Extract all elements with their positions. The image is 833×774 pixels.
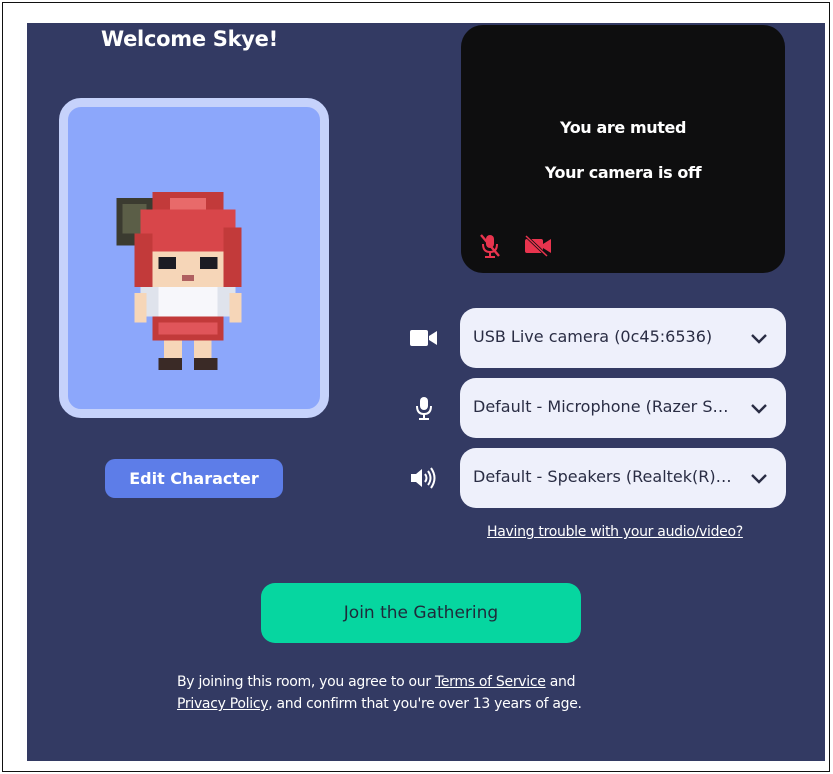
camera-row: USB Live camera (0c45:6536) xyxy=(407,308,787,368)
legal-text-end: , and confirm that you're over 13 years … xyxy=(268,696,582,712)
camera-icon xyxy=(407,323,441,353)
mic-off-icon[interactable] xyxy=(479,233,501,263)
terms-of-service-link[interactable]: Terms of Service xyxy=(435,674,546,690)
microphone-select-value: Default - Microphone (Razer Seiren Mini) xyxy=(473,397,735,416)
av-help-link[interactable]: Having trouble with your audio/video? xyxy=(487,524,743,540)
video-preview: You are muted Your camera is off xyxy=(461,25,785,273)
camera-off-status: Your camera is off xyxy=(544,163,702,182)
camera-select-value: USB Live camera (0c45:6536) xyxy=(473,327,713,346)
legal-text-and: and xyxy=(545,674,576,690)
window-frame: Welcome Skye! Edit Character You are mut… xyxy=(2,2,830,772)
privacy-policy-link[interactable]: Privacy Policy xyxy=(177,696,269,712)
microphone-row: Default - Microphone (Razer Seiren Mini) xyxy=(407,378,787,438)
speakers-select[interactable]: Default - Speakers (Realtek(R) Audio) xyxy=(460,448,786,508)
character-sprite xyxy=(116,191,242,370)
camera-select[interactable]: USB Live camera (0c45:6536) xyxy=(460,308,786,368)
welcome-title: Welcome Skye! xyxy=(101,27,278,51)
microphone-icon xyxy=(407,393,441,423)
join-panel: Welcome Skye! Edit Character You are mut… xyxy=(27,23,825,761)
speakers-row: Default - Speakers (Realtek(R) Audio) xyxy=(407,448,787,508)
speakers-select-value: Default - Speakers (Realtek(R) Audio) xyxy=(473,467,735,486)
legal-text-start: By joining this room, you agree to our xyxy=(177,674,435,690)
speaker-icon xyxy=(407,463,441,493)
legal-notice: By joining this room, you agree to our T… xyxy=(177,671,657,715)
microphone-select[interactable]: Default - Microphone (Razer Seiren Mini) xyxy=(460,378,786,438)
avatar-preview xyxy=(59,98,329,418)
edit-character-button[interactable]: Edit Character xyxy=(105,459,283,498)
camera-off-icon[interactable] xyxy=(523,234,553,261)
chevron-down-icon xyxy=(750,470,768,489)
chevron-down-icon xyxy=(750,330,768,349)
muted-status: You are muted xyxy=(560,118,686,137)
chevron-down-icon xyxy=(750,400,768,419)
join-gathering-button[interactable]: Join the Gathering xyxy=(261,583,581,643)
